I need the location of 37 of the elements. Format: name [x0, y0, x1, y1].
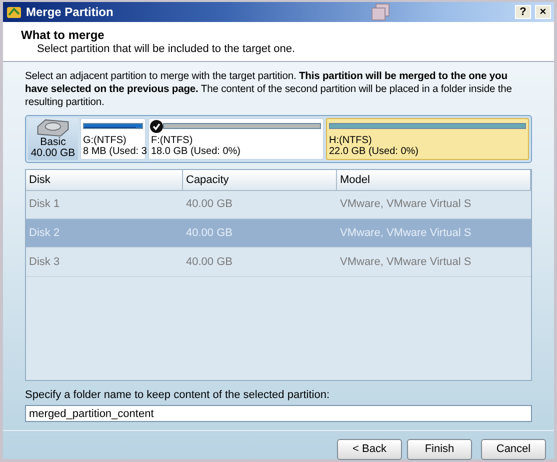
hard-drive-icon	[35, 118, 71, 137]
disk-tile[interactable]: Basic 40.00 GB	[28, 118, 78, 160]
table-cell-text: VMware, VMware Virtual S	[339, 256, 472, 268]
finish-button[interactable]: Finish	[407, 438, 472, 460]
close-button[interactable]: ×	[535, 5, 551, 19]
window-title: Merge Partition	[26, 5, 114, 19]
folder-label: Specify a folder name to keep content of the selected partition:	[25, 389, 331, 401]
partition-info: 22.0 GB (Used: 0%)	[329, 146, 420, 157]
disk-size: 40.00 GB	[30, 148, 76, 159]
cancel-button[interactable]: Cancel	[481, 438, 546, 460]
instruction-text: Select an adjacent partition to merge with the target partition. This partition will be merged to the one you have selected on the previous page. The content of the second partition will be placed in a folder inside the resulting partition.	[25, 70, 513, 109]
partition-name: G:(NTFS)	[83, 135, 128, 146]
table-cell-text: 40.00 GB	[185, 227, 234, 239]
app-icon	[6, 5, 22, 19]
disk-type: Basic	[40, 137, 66, 148]
column-header[interactable]: Model	[337, 170, 531, 191]
partition-tile[interactable]: H:(NTFS) 22.0 GB (Used: 0%)	[326, 118, 529, 160]
partition-tile[interactable]: F:(NTFS) 18.0 GB (Used: 0%)	[148, 118, 324, 160]
table-cell-text: Disk 2	[28, 227, 61, 239]
table-cell-text: Disk 3	[28, 256, 61, 268]
partition-info: 18.0 GB (Used: 0%)	[151, 146, 242, 157]
column-header[interactable]: Disk	[26, 170, 183, 191]
help-button[interactable]: ?	[515, 5, 531, 19]
partition-name: H:(NTFS)	[329, 135, 373, 146]
folder-name-field[interactable]: merged_partition_content	[25, 405, 532, 422]
table-cell-text: 40.00 GB	[185, 198, 234, 210]
partition-name: F:(NTFS)	[151, 135, 194, 146]
windows-icon	[371, 3, 391, 21]
back-button[interactable]: < Back	[337, 438, 402, 460]
table-cell-text: VMware, VMware Virtual S	[339, 198, 472, 210]
page-subtitle: Select partition that will be included to the target one.	[36, 43, 296, 55]
partition-tile[interactable]: G:(NTFS) 8 MB (Used: 3	[80, 118, 146, 160]
table-cell-text: Disk 1	[28, 198, 61, 210]
table-cell-text: VMware, VMware Virtual S	[339, 227, 472, 239]
page-title: What to merge	[21, 28, 106, 42]
column-header[interactable]: Capacity	[183, 170, 337, 191]
table-cell-text: 40.00 GB	[185, 256, 234, 268]
